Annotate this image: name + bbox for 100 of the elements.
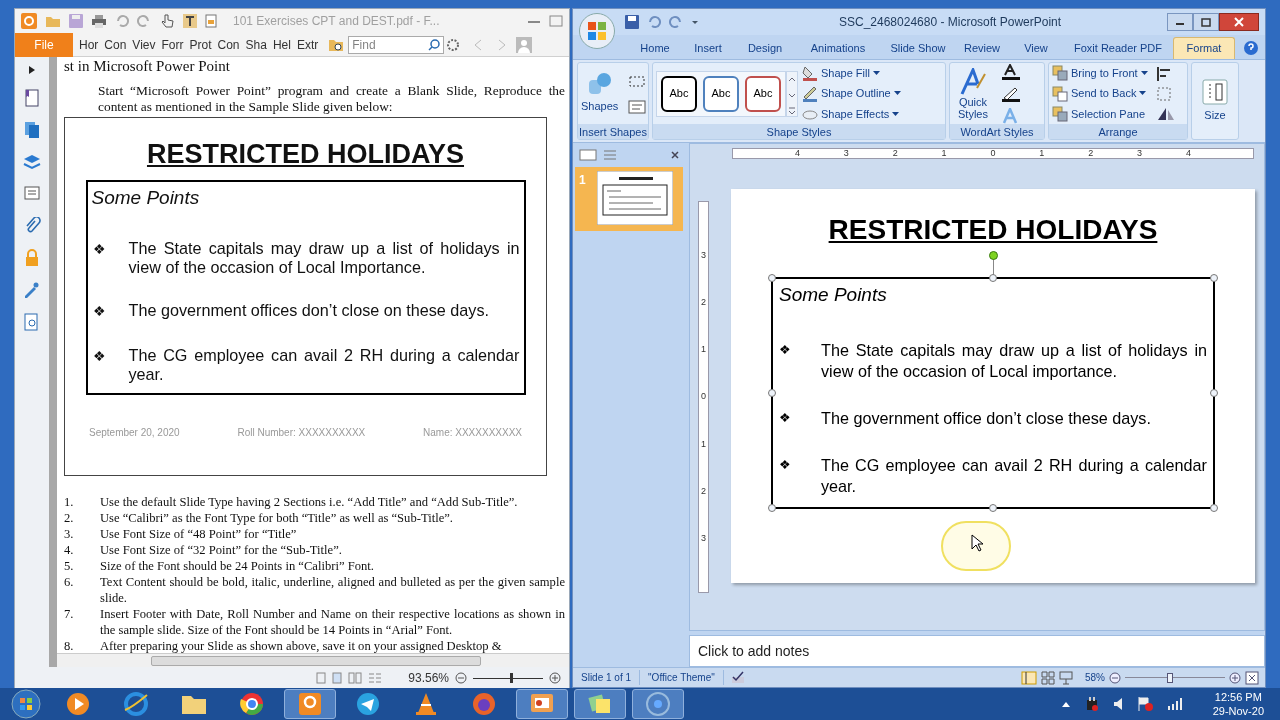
undo-icon[interactable] [647,15,661,29]
text-fill-icon[interactable] [1001,63,1021,80]
menu-tab[interactable]: Sha [245,35,267,54]
taskbar-button[interactable] [284,689,336,719]
pages-icon[interactable] [23,121,41,139]
resize-handle[interactable] [1210,274,1218,282]
shape-command[interactable]: Shape Fill [821,64,880,82]
save-icon[interactable] [625,15,639,29]
folder-search-icon[interactable] [328,37,345,52]
document-icon[interactable] [205,14,217,28]
app-logo-icon[interactable] [21,13,37,29]
taskbar-button[interactable] [516,689,568,719]
page-search-icon[interactable] [23,313,41,331]
continuous-page-icon[interactable] [332,672,343,684]
zoom-slider-thumb[interactable] [509,673,513,683]
ribbon-tab[interactable]: Review [955,37,1009,59]
menu-tab[interactable]: Forr [161,35,184,54]
help-icon[interactable] [1243,40,1259,56]
settings-icon[interactable] [446,37,461,52]
resize-handle[interactable] [1210,504,1218,512]
customize-icon[interactable] [691,18,699,26]
menu-tab[interactable]: Hor [79,35,99,54]
text-outline-icon[interactable] [1001,85,1021,102]
zoom-out-icon[interactable] [1109,671,1121,684]
flag-icon[interactable] [1136,696,1153,712]
caret-icon[interactable] [893,91,901,96]
size-icon[interactable] [1202,78,1228,105]
bookmark-icon[interactable] [23,89,41,107]
ribbon-tab[interactable]: Design [735,37,795,59]
menu-tab[interactable]: Extr [296,35,319,54]
clock-time[interactable]: 12:56 PM [1214,690,1262,704]
arrange-command[interactable]: Selection Pane [1071,105,1145,123]
style-sample[interactable]: Abc [745,75,781,112]
signal-icon[interactable] [1166,698,1183,710]
expand-icon[interactable] [28,65,36,75]
redo-icon[interactable] [669,15,683,29]
attachment-icon[interactable] [23,217,41,235]
sorter-view-icon[interactable] [1041,670,1055,685]
ribbon-tab[interactable]: Foxit Reader PDF [1063,37,1173,59]
normal-view-icon[interactable] [1021,670,1037,685]
ribbon-tab[interactable]: Slide Show [881,37,955,59]
resize-handle[interactable] [989,504,997,512]
quick-styles-button[interactable]: Quick Styles [953,95,993,120]
spell-check-icon[interactable] [729,670,746,685]
arrange-command[interactable]: Bring to Front [1071,64,1148,82]
zoom-out-icon[interactable] [455,672,467,684]
ribbon-tab[interactable]: Home [629,37,681,59]
slides-tab-icon[interactable] [579,149,597,161]
hand-icon[interactable] [159,13,175,29]
restore-button[interactable] [1193,13,1219,31]
menu-tab[interactable]: Con [217,35,240,54]
size-button[interactable]: Size [1204,106,1226,124]
text-icon[interactable] [183,14,197,28]
caret-icon[interactable] [1140,70,1148,76]
style-sample[interactable]: Abc [703,75,739,112]
shape-command[interactable]: Shape Outline [821,85,901,102]
ribbon-tab[interactable]: Insert [681,37,735,59]
close-button[interactable] [1219,13,1259,31]
zoom-slider[interactable] [473,673,543,683]
zoom-in-icon[interactable] [549,672,561,684]
horizontal-scrollbar[interactable] [57,653,569,667]
zoom-in-icon[interactable] [1229,671,1241,684]
caret-icon[interactable] [892,111,900,117]
rotation-handle[interactable] [988,251,998,260]
fit-window-icon[interactable] [1245,670,1259,685]
slideshow-view-icon[interactable] [1059,670,1073,685]
resize-handle[interactable] [989,274,997,282]
resize-handle[interactable] [768,274,776,282]
signature-icon[interactable] [23,281,41,299]
caret-icon[interactable] [1139,91,1147,96]
zoom-level[interactable]: 58% [1085,670,1105,685]
resize-handle[interactable] [768,389,776,397]
zoom-slider-thumb[interactable] [1167,672,1174,683]
ribbon-tab[interactable]: View [1009,37,1063,59]
comment-icon[interactable] [23,185,41,203]
resize-handle[interactable] [1210,389,1218,397]
menu-tab[interactable]: Hel [272,35,291,54]
clock-date[interactable]: 29-Nov-20 [1212,704,1264,718]
resize-handle[interactable] [768,504,776,512]
wordart-icon[interactable] [959,67,987,96]
menu-tab[interactable]: Con [104,35,127,54]
menu-tab[interactable]: Prot [189,35,212,54]
zoom-level[interactable]: 93.56% [408,669,449,687]
minimize-button[interactable] [1167,13,1193,31]
text-box[interactable] [771,277,1215,509]
search-field[interactable]: Find [348,35,445,54]
caret-icon[interactable] [872,70,880,76]
show-hidden-icon[interactable] [1060,700,1071,708]
power-icon[interactable] [1084,696,1099,712]
office-button[interactable] [579,13,615,49]
ribbon-tab[interactable]: Animations [795,37,881,59]
text-box-icon[interactable] [628,99,647,114]
notes-field[interactable]: Click to add notes [689,635,1265,667]
menu-tab[interactable]: Viev [132,35,156,54]
shape-command[interactable]: Shape Effects [821,105,900,123]
shapes-button[interactable]: Shapes [581,98,619,115]
ribbon-tab[interactable]: Format [1173,37,1235,59]
print-icon[interactable] [91,14,107,28]
style-sample[interactable]: Abc [661,75,697,112]
close-icon[interactable] [671,151,679,159]
